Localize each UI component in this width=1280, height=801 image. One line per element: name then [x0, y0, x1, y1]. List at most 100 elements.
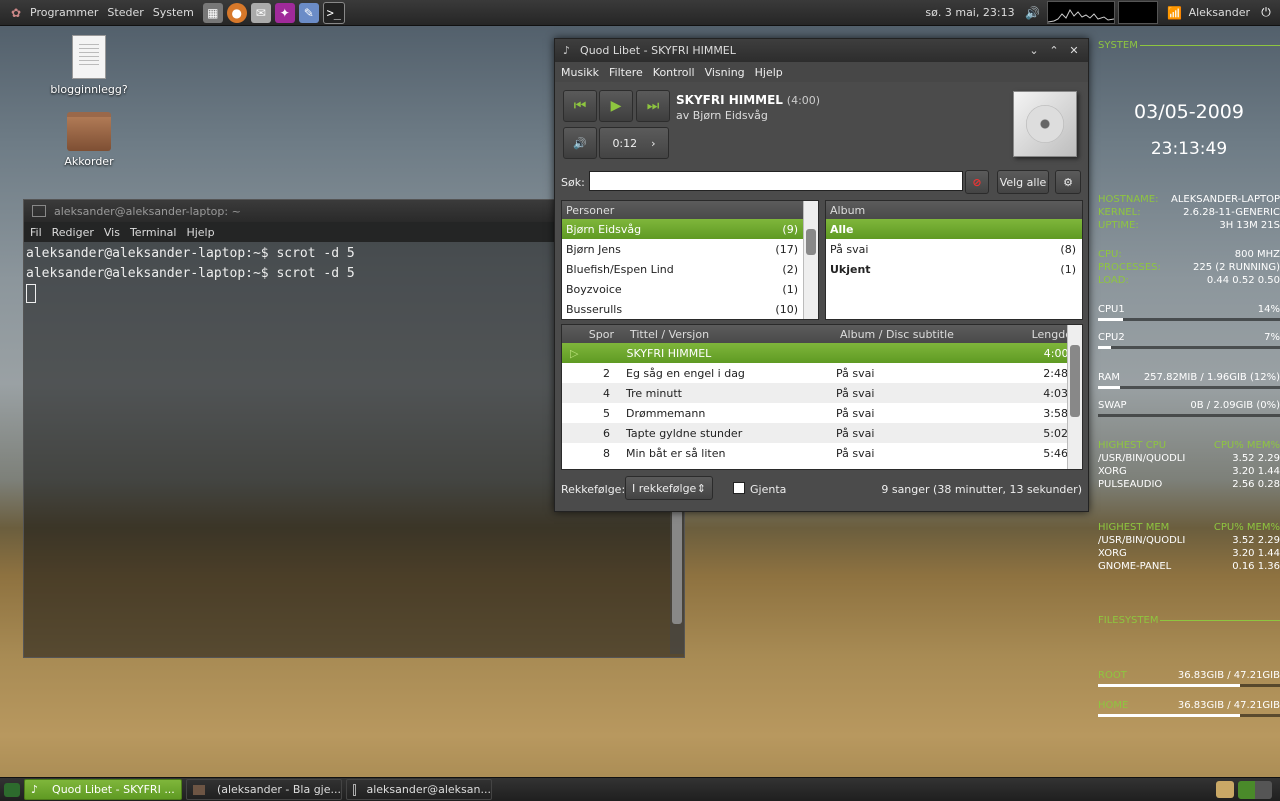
repeat-checkbox[interactable]: [733, 482, 745, 494]
track-row[interactable]: 2 Eg såg en engel i dag På svai 2:48: [562, 363, 1082, 383]
taskbar-item-quodlibet[interactable]: ♪ Quod Libet - SKYFRI ...: [24, 779, 182, 800]
track-length: 3:58: [1043, 406, 1068, 420]
menu-filtere[interactable]: Filtere: [609, 66, 643, 79]
power-icon[interactable]: ⏻: [1256, 3, 1276, 23]
person-row[interactable]: Bluefish/Espen Lind (2): [562, 259, 818, 279]
seek-button[interactable]: 0:12 ›: [599, 127, 669, 159]
text-editor-launcher-icon[interactable]: ✎: [298, 2, 319, 23]
album-row[interactable]: Ukjent (1): [826, 259, 1082, 279]
show-desktop-icon[interactable]: [4, 782, 20, 797]
taskbar-item-terminal[interactable]: aleksander@aleksan...: [346, 779, 492, 800]
column-length[interactable]: Lengde: [1010, 328, 1072, 341]
minimize-icon[interactable]: ⌄: [1024, 44, 1044, 57]
album-count: (1): [1060, 262, 1076, 276]
song-title: SKYFRI HIMMEL: [676, 93, 783, 107]
person-row[interactable]: Bjørn Eidsvåg (9): [562, 219, 818, 239]
workspace-switcher-icon[interactable]: [1238, 780, 1272, 799]
main-menu-logo-icon[interactable]: ✿: [6, 3, 26, 23]
menu-musikk[interactable]: Musikk: [561, 66, 599, 79]
person-row[interactable]: Boyzvoice (1): [562, 279, 818, 299]
column-title[interactable]: Tittel / Versjon: [614, 328, 824, 341]
track-album: På svai: [836, 426, 875, 440]
persons-scrollbar-thumb[interactable]: [806, 229, 816, 255]
play-button[interactable]: ▶: [599, 90, 633, 122]
firefox-launcher-icon[interactable]: ●: [226, 2, 247, 23]
clear-search-button[interactable]: ⊘: [965, 170, 989, 194]
persons-scrollbar[interactable]: [803, 201, 818, 319]
column-album[interactable]: Album / Disc subtitle: [824, 328, 1010, 341]
desktop-icon-blogginnlegg[interactable]: blogginnlegg?: [44, 35, 134, 96]
person-row[interactable]: Busserulls (10): [562, 299, 818, 319]
wifi-icon[interactable]: 📶: [1165, 3, 1185, 23]
persons-header-label: Personer: [566, 203, 615, 217]
volume-icon[interactable]: 🔊: [1023, 3, 1043, 23]
conky-key: HOSTNAME:: [1098, 194, 1159, 205]
close-icon[interactable]: ✕: [1064, 44, 1084, 57]
previous-button[interactable]: ⏮: [563, 90, 597, 122]
highest-cpu-title: HIGHEST CPU: [1098, 440, 1167, 451]
menu-programmer[interactable]: Programmer: [30, 6, 98, 19]
root-label: ROOT: [1098, 670, 1127, 681]
calculator-launcher-icon[interactable]: ▦: [202, 2, 223, 23]
terminal-menu-rediger[interactable]: Rediger: [52, 226, 94, 239]
terminal-menu-vis[interactable]: Vis: [104, 226, 120, 239]
search-input[interactable]: [589, 171, 963, 191]
quodlibet-titlebar[interactable]: ♪ Quod Libet - SKYFRI HIMMEL ⌄ ⌃ ✕: [555, 39, 1088, 62]
person-row[interactable]: Bjørn Jens (17): [562, 239, 818, 259]
gear-icon: ⚙: [1063, 175, 1073, 189]
album-cover[interactable]: [1013, 91, 1077, 157]
terminal-launcher-icon[interactable]: >_: [322, 1, 345, 24]
volume-button[interactable]: 🔊: [563, 127, 597, 159]
conky-home: HOME 36.83GIB / 47.21GIB: [1098, 699, 1280, 717]
conky-key: LOAD:: [1098, 275, 1129, 286]
terminal-task-icon: [353, 783, 357, 796]
order-select[interactable]: I rekkefølge ⇕: [625, 476, 713, 500]
terminal-title: aleksander@aleksander-laptop: ~: [54, 204, 241, 218]
track-scrollbar-thumb[interactable]: [1070, 345, 1080, 417]
track-row[interactable]: ▷ SKYFRI HIMMEL 4:00: [562, 343, 1082, 363]
track-number: 8: [603, 446, 610, 460]
graphics-launcher-icon[interactable]: ✦: [274, 2, 295, 23]
conky-date: 03/05-2009: [1134, 101, 1244, 123]
column-spor[interactable]: Spor: [566, 328, 614, 341]
network-monitor-graph[interactable]: [1117, 1, 1158, 24]
conky-system-header: SYSTEM: [1098, 40, 1280, 51]
process-usage: 3.20 1.44: [1232, 466, 1280, 477]
next-button[interactable]: ⏭: [636, 90, 670, 122]
taskbar-item-aleksander[interactable]: (aleksander - Bla gje...: [186, 779, 342, 800]
terminal-menu-hjelp[interactable]: Hjelp: [186, 226, 214, 239]
track-row[interactable]: 6 Tapte gyldne stunder På svai 5:02: [562, 423, 1082, 443]
select-all-button[interactable]: Velg alle: [997, 170, 1049, 194]
now-playing-icon: ▷: [570, 346, 579, 360]
album-row[interactable]: På svai (8): [826, 239, 1082, 259]
person-count: (17): [775, 242, 798, 256]
track-row[interactable]: 4 Tre minutt På svai 4:03: [562, 383, 1082, 403]
desktop-icon-label: blogginnlegg?: [50, 83, 128, 96]
desktop-icon-akkorder[interactable]: Akkorder: [44, 112, 134, 168]
track-row[interactable]: 5 Drømmemann På svai 3:58: [562, 403, 1082, 423]
browser-options-button[interactable]: ⚙: [1055, 170, 1081, 194]
person-name: Busserulls: [566, 302, 623, 316]
menu-visning[interactable]: Visning: [705, 66, 745, 79]
mail-launcher-icon[interactable]: ✉: [250, 2, 271, 23]
conky-info-row: HOSTNAME: ALEKSANDER-LAPTOP: [1098, 193, 1280, 206]
system-monitor-graph[interactable]: [1046, 1, 1115, 24]
album-row[interactable]: Alle: [826, 219, 1082, 239]
track-album: På svai: [836, 406, 875, 420]
terminal-menu-fil[interactable]: Fil: [30, 226, 42, 239]
album-header[interactable]: Album: [826, 201, 1082, 219]
applet-icon[interactable]: [1216, 781, 1234, 798]
user-name[interactable]: Aleksander: [1189, 6, 1250, 19]
search-label: Søk:: [561, 176, 585, 189]
menu-kontroll[interactable]: Kontroll: [653, 66, 695, 79]
terminal-menu-terminal[interactable]: Terminal: [130, 226, 177, 239]
persons-header[interactable]: Personer: [562, 201, 818, 219]
menu-steder[interactable]: Steder: [107, 6, 143, 19]
album-count: (8): [1060, 242, 1076, 256]
track-scrollbar[interactable]: [1067, 325, 1082, 469]
clock[interactable]: sø. 3 mai, 23:13: [925, 6, 1014, 19]
track-row[interactable]: 8 Min båt er så liten På svai 5:46: [562, 443, 1082, 463]
maximize-icon[interactable]: ⌃: [1044, 44, 1064, 57]
menu-hjelp[interactable]: Hjelp: [755, 66, 783, 79]
menu-system[interactable]: System: [153, 6, 194, 19]
